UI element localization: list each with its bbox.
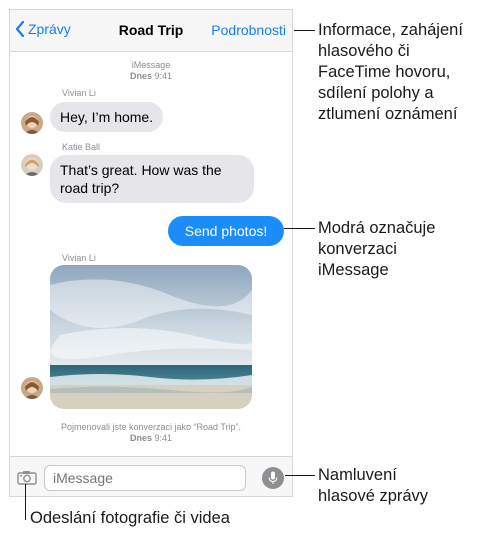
callout-line: iMessage (318, 261, 389, 279)
back-button[interactable]: Zprávy (15, 21, 71, 37)
sender-name: Vivian Li (62, 253, 96, 263)
callout-line: Modrá označuje (318, 219, 436, 237)
callout-line: hlasové zprávy (318, 487, 429, 505)
callout-line: konverzaci (318, 240, 397, 258)
service-label: iMessage (131, 60, 171, 70)
camera-button[interactable] (17, 470, 37, 490)
timestamp: Dnes 9:41 (129, 433, 173, 443)
callout-line: FaceTime hovoru, (318, 63, 451, 81)
camera-icon (17, 471, 37, 485)
details-leader-line (294, 30, 315, 31)
details-callout: Informace, zahájení hlasového či FaceTim… (318, 20, 463, 125)
callout-line: Informace, zahájení (318, 21, 463, 39)
sender-name: Vivian Li (62, 88, 96, 98)
blue-callout: Modrá označuje konverzaci iMessage (318, 218, 435, 281)
avatar (21, 112, 43, 134)
chevron-left-icon (15, 21, 25, 37)
back-label: Zprávy (28, 21, 71, 37)
avatar (21, 154, 43, 176)
person-avatar-icon (21, 377, 43, 399)
camera-leader-line (25, 484, 26, 520)
details-button[interactable]: Podrobnosti (211, 22, 286, 38)
voice-message-button[interactable] (262, 467, 284, 489)
conversation-footer: Pojmenovali jste konverzaci jako “Road T… (10, 422, 292, 444)
microphone-icon (268, 471, 278, 484)
rename-note: Pojmenovali jste konverzaci jako “Road T… (60, 422, 242, 432)
sender-name: Katie Ball (62, 142, 101, 152)
camera-callout: Odeslání fotografie či videa (30, 509, 230, 527)
person-avatar-icon (21, 154, 43, 176)
message-line: That’s great. How was the (60, 162, 222, 178)
conversation-header: iMessage Dnes 9:41 (10, 60, 292, 82)
input-bar (10, 456, 292, 496)
messages-screen: Zprávy Road Trip Podrobnosti iMessage Dn… (9, 9, 293, 497)
navigation-bar: Zprávy Road Trip Podrobnosti (10, 10, 292, 52)
photo-message[interactable] (50, 265, 252, 409)
incoming-message[interactable]: Hey, I’m home. (50, 102, 164, 132)
beach-photo (50, 265, 252, 409)
outgoing-message[interactable]: Send photos! (168, 216, 284, 246)
incoming-message[interactable]: That’s great. How was the road trip? (50, 155, 254, 203)
timestamp: Dnes 9:41 (129, 71, 173, 81)
blue-leader-line (284, 228, 315, 229)
callout-line: sdílení polohy a (318, 84, 434, 102)
message-input[interactable] (44, 465, 246, 491)
message-line: road trip? (60, 180, 120, 196)
person-avatar-icon (21, 112, 43, 134)
avatar (21, 377, 43, 399)
callout-line: Namluvení (318, 466, 397, 484)
voice-leader-line (285, 475, 315, 476)
voice-callout: Namluvení hlasové zprávy (318, 465, 428, 507)
callout-line: ztlumení oznámení (318, 105, 458, 123)
callout-line: hlasového či (318, 42, 410, 60)
